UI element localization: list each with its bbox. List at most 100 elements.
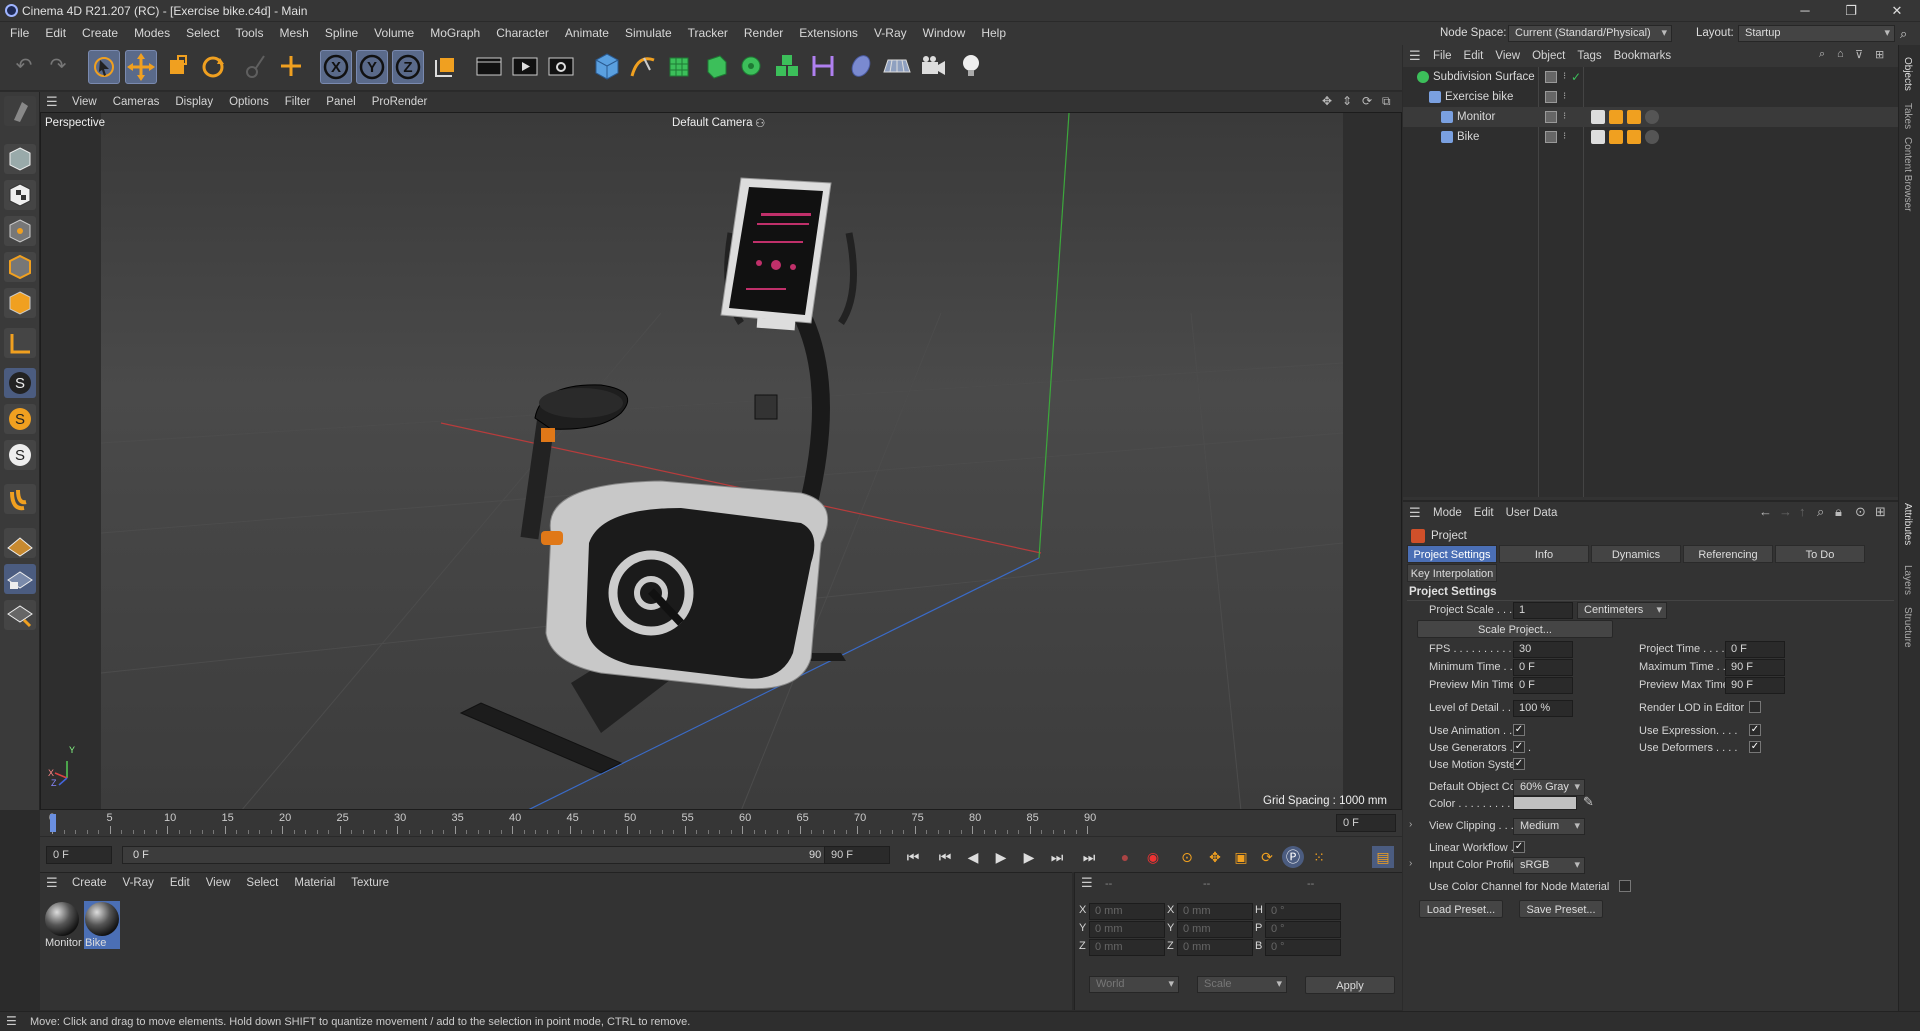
camera-label[interactable]: Default Camera bbox=[672, 117, 753, 129]
magnet-tool-icon[interactable] bbox=[4, 484, 36, 514]
minimum-time-field[interactable]: 0 F bbox=[1513, 659, 1573, 676]
menu-tools[interactable]: Tools bbox=[227, 22, 271, 45]
render-view-icon[interactable] bbox=[474, 50, 506, 84]
viewport-menu-view[interactable]: View bbox=[64, 92, 105, 112]
project-scale-field[interactable]: 1 bbox=[1513, 602, 1573, 619]
menu-mograph[interactable]: MoGraph bbox=[422, 22, 488, 45]
planar-workplane-icon[interactable] bbox=[4, 600, 36, 630]
coord-value-field[interactable]: 0 mm bbox=[1089, 921, 1165, 938]
menu-v-ray[interactable]: V-Ray bbox=[866, 22, 915, 45]
viewport-maximize-icon[interactable]: ⧉ bbox=[1382, 94, 1391, 109]
attr-menu-mode[interactable]: Mode bbox=[1427, 502, 1468, 524]
apply-button[interactable]: Apply bbox=[1305, 976, 1395, 994]
start-frame-field[interactable]: 0 F bbox=[46, 846, 112, 864]
menu-help[interactable]: Help bbox=[973, 22, 1014, 45]
coord-value-field[interactable]: 0 mm bbox=[1089, 939, 1165, 956]
use-color-channel-checkbox[interactable] bbox=[1619, 880, 1631, 892]
workplane-icon[interactable] bbox=[4, 528, 36, 558]
object-row-subdivision-surface[interactable]: Subdivision Surface ⁝ ✓ bbox=[1403, 67, 1898, 87]
previous-frame-icon[interactable]: ◀ bbox=[962, 846, 984, 868]
end-frame-field[interactable]: 90 F bbox=[824, 846, 890, 864]
viewport-menu-filter[interactable]: Filter bbox=[277, 92, 319, 112]
model-mode-icon[interactable] bbox=[4, 144, 36, 174]
object-new-window-icon[interactable]: ⊞ bbox=[1875, 48, 1884, 61]
project-scale-unit-dropdown[interactable]: Centimeters bbox=[1577, 602, 1667, 619]
side-tab-content-browser[interactable]: Content Browser bbox=[1902, 137, 1913, 211]
viewport-menu-display[interactable]: Display bbox=[167, 92, 221, 112]
coord-mode-dropdown[interactable]: Scale bbox=[1197, 976, 1287, 993]
search-icon[interactable]: ⌕ bbox=[1900, 26, 1907, 42]
coord-value-field[interactable]: 0 ° bbox=[1265, 939, 1341, 956]
maximize-button[interactable]: ❐ bbox=[1828, 0, 1874, 22]
color-swatch[interactable] bbox=[1513, 796, 1577, 810]
x-axis-lock-button[interactable]: X bbox=[320, 50, 352, 84]
attr-settings-icon[interactable]: ⊙ bbox=[1855, 504, 1866, 520]
object-row-exercise-bike[interactable]: Exercise bike ⁝ bbox=[1403, 87, 1898, 107]
tab-dynamics[interactable]: Dynamics bbox=[1591, 545, 1681, 563]
use-deformers-checkbox[interactable]: ✓ bbox=[1749, 741, 1761, 753]
checker-tag-icon[interactable] bbox=[1591, 130, 1605, 144]
coord-value-field[interactable]: 0 ° bbox=[1265, 921, 1341, 938]
object-menu-edit[interactable]: Edit bbox=[1458, 45, 1490, 67]
live-selection-icon[interactable] bbox=[88, 50, 120, 84]
material-menu-create[interactable]: Create bbox=[64, 873, 115, 893]
material-menu-view[interactable]: View bbox=[198, 873, 239, 893]
y-axis-lock-button[interactable]: Y bbox=[356, 50, 388, 84]
viewport-zoom-icon[interactable]: ⇕ bbox=[1342, 94, 1352, 108]
object-filter-icon[interactable]: ⊽ bbox=[1855, 48, 1863, 61]
menu-spline[interactable]: Spline bbox=[317, 22, 366, 45]
menu-file[interactable]: File bbox=[2, 22, 37, 45]
menu-tracker[interactable]: Tracker bbox=[680, 22, 736, 45]
pen-spline-icon[interactable] bbox=[628, 50, 660, 84]
previous-key-icon[interactable]: ⏮ bbox=[934, 846, 956, 868]
project-time-field[interactable]: 0 F bbox=[1725, 641, 1785, 658]
menu-volume[interactable]: Volume bbox=[366, 22, 422, 45]
coord-value-field[interactable]: 0 ° bbox=[1265, 903, 1341, 920]
material-swatch-monitor[interactable]: Monitor bbox=[44, 901, 82, 949]
hamburger-icon[interactable]: ☰ bbox=[46, 94, 60, 110]
floor-icon[interactable] bbox=[882, 50, 914, 84]
mograph-cloner-icon[interactable] bbox=[772, 50, 804, 84]
vray-tag-icon[interactable] bbox=[1627, 110, 1641, 124]
object-row-monitor[interactable]: Monitor ⁝ bbox=[1403, 107, 1898, 127]
key-parameter-icon[interactable]: Ⓟ bbox=[1282, 846, 1304, 868]
snap-icon[interactable]: S bbox=[4, 368, 36, 398]
redo-icon[interactable]: ↷ bbox=[42, 50, 74, 84]
texture-mode-icon[interactable] bbox=[4, 180, 36, 210]
node-space-dropdown[interactable]: Current (Standard/Physical) bbox=[1508, 25, 1672, 42]
coord-value-field[interactable]: 0 mm bbox=[1177, 939, 1253, 956]
make-editable-icon[interactable] bbox=[4, 96, 36, 126]
input-color-profile-dropdown[interactable]: sRGB bbox=[1513, 857, 1585, 874]
menu-modes[interactable]: Modes bbox=[126, 22, 178, 45]
workplane-snap-icon[interactable]: S bbox=[4, 440, 36, 470]
coord-value-field[interactable]: 0 mm bbox=[1177, 921, 1253, 938]
viewport-menu-options[interactable]: Options bbox=[221, 92, 277, 112]
menu-select[interactable]: Select bbox=[178, 22, 227, 45]
deformer-icon[interactable] bbox=[808, 50, 840, 84]
viewport-move-icon[interactable]: ✥ bbox=[1322, 94, 1332, 108]
perspective-viewport[interactable]: Perspective Default Camera ⚇ Grid Spacin… bbox=[40, 112, 1402, 810]
object-menu-view[interactable]: View bbox=[1489, 45, 1526, 67]
cloner-icon[interactable] bbox=[736, 50, 768, 84]
keyframe-selection-icon[interactable]: ⊙ bbox=[1176, 846, 1198, 868]
go-to-end-icon[interactable]: ⏭ bbox=[1078, 846, 1100, 868]
fps-field[interactable]: 30 bbox=[1513, 641, 1573, 658]
key-pla-icon[interactable]: ⁙ bbox=[1308, 846, 1330, 868]
side-tab-layers[interactable]: Layers bbox=[1902, 565, 1913, 595]
viewport-menu-cameras[interactable]: Cameras bbox=[105, 92, 168, 112]
close-button[interactable]: ✕ bbox=[1874, 0, 1920, 22]
layer-toggle-icon[interactable] bbox=[1545, 71, 1557, 83]
layout-dropdown[interactable]: Startup bbox=[1738, 25, 1895, 42]
point-mode-icon[interactable] bbox=[4, 216, 36, 246]
cube-primitive-icon[interactable] bbox=[592, 50, 624, 84]
attr-lock-icon[interactable]: 🔒︎ bbox=[1835, 504, 1842, 520]
material-menu-edit[interactable]: Edit bbox=[162, 873, 198, 893]
visibility-dots-icon[interactable]: ⁝ bbox=[1563, 127, 1566, 147]
transform-tool-icon[interactable] bbox=[276, 50, 308, 84]
attr-back-icon[interactable]: ← bbox=[1759, 504, 1772, 519]
material-menu-select[interactable]: Select bbox=[238, 873, 286, 893]
attr-search-icon[interactable]: ⌕ bbox=[1817, 504, 1824, 520]
use-expression-checkbox[interactable]: ✓ bbox=[1749, 724, 1761, 736]
menu-create[interactable]: Create bbox=[74, 22, 126, 45]
menu-mesh[interactable]: Mesh bbox=[271, 22, 316, 45]
